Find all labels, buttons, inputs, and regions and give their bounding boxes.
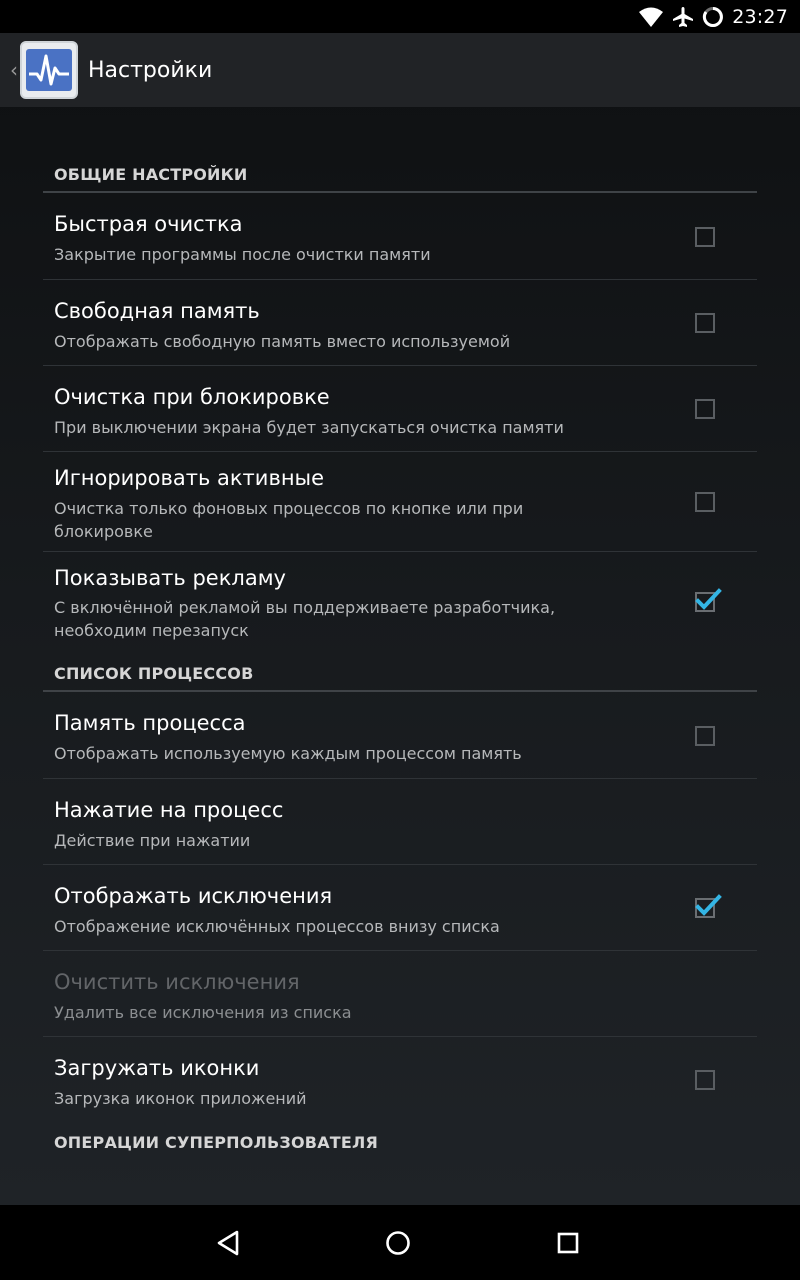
page-title: Настройки — [88, 57, 213, 83]
pref-title: Очистка при блокировке — [54, 385, 330, 409]
pref-quick-clean[interactable]: Быстрая очистка Закрытие программы после… — [43, 193, 757, 280]
pref-summary: С включённой рекламой вы поддерживаете р… — [54, 598, 556, 640]
pref-summary: При выключении экрана будет запускаться … — [54, 418, 564, 437]
checkmark-icon — [695, 894, 722, 916]
section-header-root-operations: ОПЕРАЦИИ СУПЕРПОЛЬЗОВАТЕЛЯ — [43, 1123, 757, 1163]
section-header-process-list: СПИСОК ПРОЦЕССОВ — [43, 650, 757, 692]
pref-summary: Очистка только фоновых процессов по кноп… — [54, 499, 524, 541]
pref-title: Игнорировать активные — [54, 466, 325, 490]
pref-free-memory[interactable]: Свободная память Отображать свободную па… — [43, 280, 757, 366]
status-icons: 23:27 — [638, 0, 788, 33]
recents-icon[interactable] — [528, 1205, 608, 1280]
pref-summary: Удалить все исключения из списка — [54, 1003, 352, 1022]
pref-load-icons[interactable]: Загружать иконки Загрузка иконок приложе… — [43, 1037, 757, 1123]
quick-clean-checkbox[interactable] — [695, 227, 715, 247]
wifi-icon — [638, 6, 664, 28]
pref-title: Показывать рекламу — [54, 566, 286, 590]
clean-on-lock-checkbox[interactable] — [695, 399, 715, 419]
pref-summary: Действие при нажатии — [54, 831, 251, 850]
pref-clean-on-lock[interactable]: Очистка при блокировке При выключении эк… — [43, 366, 757, 452]
section-header-label: СПИСОК ПРОЦЕССОВ — [54, 664, 254, 683]
action-bar: ‹ Настройки — [0, 33, 800, 107]
settings-list: ОБЩИЕ НАСТРОЙКИ Быстрая очистка Закрытие… — [43, 107, 757, 1163]
process-memory-checkbox[interactable] — [695, 726, 715, 746]
pref-summary: Отображать свободную память вместо испол… — [54, 332, 511, 351]
activity-monitor-icon[interactable] — [20, 41, 78, 99]
section-header-label: ОПЕРАЦИИ СУПЕРПОЛЬЗОВАТЕЛЯ — [54, 1133, 379, 1152]
battery-charging-icon — [702, 6, 724, 28]
pref-show-ads[interactable]: Показывать рекламу С включённой рекламой… — [43, 552, 757, 650]
load-icons-checkbox[interactable] — [695, 1070, 715, 1090]
pref-process-tap[interactable]: Нажатие на процесс Действие при нажатии — [43, 779, 757, 865]
pref-summary: Закрытие программы после очистки памяти — [54, 245, 431, 264]
ignore-active-checkbox[interactable] — [695, 492, 715, 512]
pref-title: Отображать исключения — [54, 884, 333, 908]
section-header-general: ОБЩИЕ НАСТРОЙКИ — [43, 107, 757, 193]
pref-ignore-active[interactable]: Игнорировать активные Очистка только фон… — [43, 452, 757, 552]
pref-show-exclusions[interactable]: Отображать исключения Отображение исключ… — [43, 865, 757, 951]
checkmark-icon — [695, 588, 722, 610]
pref-summary: Загрузка иконок приложений — [54, 1089, 307, 1108]
status-time: 23:27 — [732, 5, 788, 28]
pref-summary: Отображение исключённых процессов внизу … — [54, 917, 500, 936]
pref-summary: Отображать используемую каждым процессом… — [54, 744, 522, 763]
back-icon[interactable] — [188, 1205, 268, 1280]
section-header-label: ОБЩИЕ НАСТРОЙКИ — [54, 165, 248, 184]
pref-title: Очистить исключения — [54, 970, 300, 994]
free-memory-checkbox[interactable] — [695, 313, 715, 333]
show-ads-checkbox[interactable] — [695, 588, 722, 612]
show-exclusions-checkbox[interactable] — [695, 894, 722, 918]
pref-clear-exclusions: Очистить исключения Удалить все исключен… — [43, 951, 757, 1037]
navigation-bar — [0, 1205, 800, 1280]
pref-process-memory[interactable]: Память процесса Отображать используемую … — [43, 692, 757, 779]
status-bar: 23:27 — [0, 0, 800, 33]
pref-title: Быстрая очистка — [54, 212, 243, 236]
pref-title: Свободная память — [54, 299, 260, 323]
airplane-icon — [672, 6, 694, 28]
pref-title: Загружать иконки — [54, 1056, 260, 1080]
pref-title: Нажатие на процесс — [54, 798, 284, 822]
back-caret-icon[interactable]: ‹ — [0, 33, 18, 107]
home-icon[interactable] — [358, 1205, 438, 1280]
pref-title: Память процесса — [54, 711, 246, 735]
